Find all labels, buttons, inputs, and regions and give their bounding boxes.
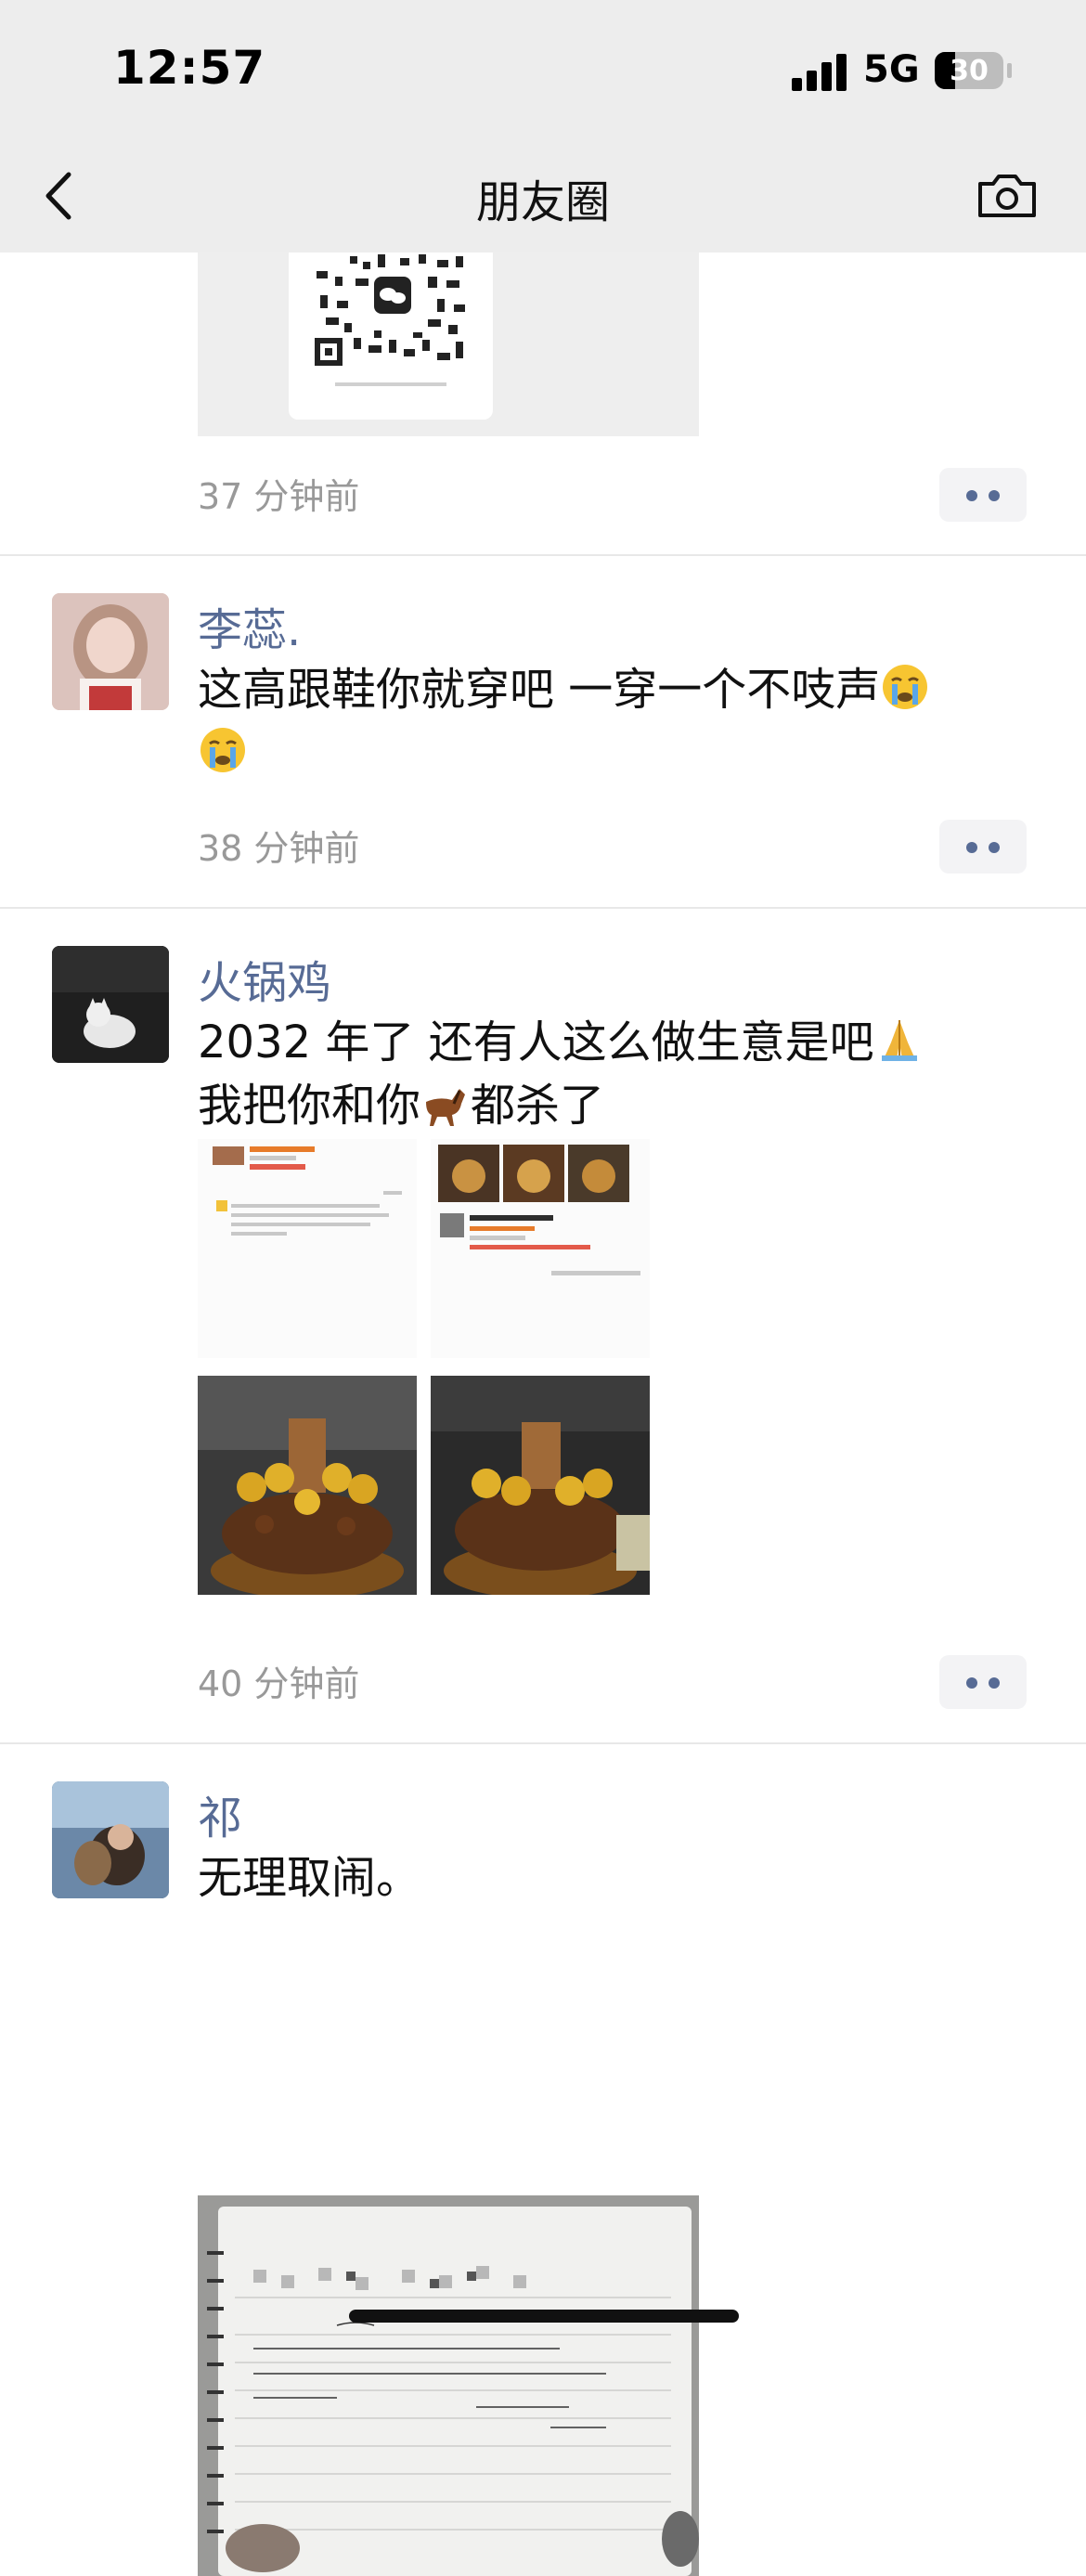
post-author: 火锅鸡 xyxy=(198,957,332,1009)
battery-tip xyxy=(1007,63,1012,78)
hotpot-photo-1[interactable] xyxy=(198,1376,417,1595)
qr-code-image[interactable] xyxy=(198,252,699,436)
home-indicator xyxy=(349,2310,739,2323)
battery-percent: 30 xyxy=(950,55,989,87)
more-button[interactable] xyxy=(939,1655,1027,1709)
handwritten-note-photo[interactable] xyxy=(198,2195,699,2576)
folded-hands-emoji xyxy=(881,1020,917,1061)
moment-post: 37 分钟前 xyxy=(0,252,1086,556)
more-button[interactable] xyxy=(939,468,1027,522)
review-screenshot-2[interactable] xyxy=(431,1139,650,1358)
signal-icon xyxy=(792,54,847,91)
status-time: 12:57 xyxy=(113,41,266,95)
review-screenshot-1[interactable] xyxy=(198,1139,417,1358)
post-time: 40 分钟前 xyxy=(198,1663,360,1704)
battery-icon: 30 xyxy=(935,52,1003,89)
post-text: 这高跟鞋你就穿吧 一穿一个不吱声 xyxy=(198,658,1015,784)
hotpot-photo-2[interactable] xyxy=(431,1376,650,1595)
post-text-line: 都杀了 xyxy=(471,1080,605,1132)
avatar[interactable] xyxy=(52,946,169,1063)
avatar[interactable] xyxy=(52,593,169,710)
avatar[interactable] xyxy=(52,1781,169,1898)
post-text-line: 无理取闹。 xyxy=(198,1852,421,1904)
camera-button[interactable] xyxy=(975,163,1040,228)
post-text-line: 我把你和你 xyxy=(198,1080,421,1132)
status-bar: 12:57 5G 30 xyxy=(0,0,1086,139)
post-text-line: 2032 年了 还有人这么做生意是吧 xyxy=(198,1016,874,1068)
post-text: 无理取闹。 xyxy=(198,1846,1015,1909)
nav-bar: 朋友圈 xyxy=(0,139,1086,252)
post-text-line: 这高跟鞋你就穿吧 一穿一个不吱声 xyxy=(198,664,881,716)
more-button[interactable] xyxy=(939,820,1027,874)
network-type: 5G xyxy=(863,48,920,91)
camera-icon xyxy=(978,175,1036,217)
post-text: 2032 年了 还有人这么做生意是吧 我把你和你 都杀了 xyxy=(198,1011,1015,1137)
crying-face-emoji xyxy=(883,665,928,709)
post-author: 李蕊. xyxy=(198,604,302,656)
post-author: 祁 xyxy=(198,1793,243,1845)
horse-emoji xyxy=(426,1089,466,1126)
post-time: 38 分钟前 xyxy=(198,828,360,869)
moment-post: 火锅鸡 2032 年了 还有人这么做生意是吧 我把你和你 都杀了 40 分钟前 xyxy=(0,907,1086,1744)
page-title: 朋友圈 xyxy=(475,176,610,228)
moment-post: 李蕊. 这高跟鞋你就穿吧 一穿一个不吱声 38 分钟前 xyxy=(0,554,1086,909)
moment-post: 祁 无理取闹。 xyxy=(0,1742,1086,2576)
crying-face-emoji xyxy=(200,728,245,772)
post-time: 37 分钟前 xyxy=(198,476,360,517)
